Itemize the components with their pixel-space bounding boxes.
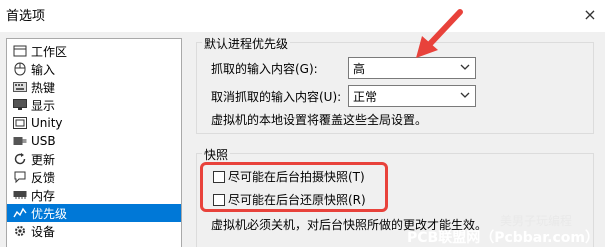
sidebar-item-hotkeys[interactable]: 热键 xyxy=(7,78,181,96)
chevron-down-icon xyxy=(459,61,471,73)
sidebar-item-label: 更新 xyxy=(31,152,56,167)
sidebar-item-label: 内存 xyxy=(31,188,56,203)
feedback-icon xyxy=(12,170,28,184)
sidebar-item-label: USB xyxy=(31,134,56,148)
grab-priority-label: 抓取的输入内容(G): xyxy=(211,62,318,76)
unity-icon xyxy=(12,116,28,130)
keyboard-icon xyxy=(12,80,28,94)
ungrab-priority-label: 取消抓取的输入内容(U): xyxy=(211,90,342,104)
sidebar-item-label: 输入 xyxy=(31,62,56,77)
sidebar-item-label: 反馈 xyxy=(31,170,56,185)
sidebar-item-unity[interactable]: Unity xyxy=(7,114,181,132)
red-arrow-icon xyxy=(416,9,463,58)
snapshot-group-title: 快照 xyxy=(202,146,231,163)
mouse-icon xyxy=(12,62,28,76)
priority-icon xyxy=(12,206,28,220)
sidebar-item-label: 优先级 xyxy=(31,206,68,221)
sidebar-item-input[interactable]: 输入 xyxy=(7,60,181,78)
sidebar-item-workspace[interactable]: 工作区 xyxy=(7,42,181,60)
close-icon[interactable]: × xyxy=(575,0,605,32)
sidebar-item-label: Unity xyxy=(31,116,63,130)
sidebar: 工作区 输入 热键 显示 Unity USB 更新 反馈 内存 优先级 设备 xyxy=(6,38,182,247)
sidebar-item-label: 显示 xyxy=(31,98,56,113)
highlight-box xyxy=(200,162,388,212)
sidebar-item-priority[interactable]: 优先级 xyxy=(7,204,181,222)
grab-priority-value: 高 xyxy=(353,61,366,76)
sidebar-item-devices[interactable]: 设备 xyxy=(7,222,181,240)
sidebar-item-memory[interactable]: 内存 xyxy=(7,186,181,204)
sidebar-item-feedback[interactable]: 反馈 xyxy=(7,168,181,186)
site-watermark: PCB联盟网（Pcbbar.com） xyxy=(407,230,599,246)
sidebar-item-usb[interactable]: USB xyxy=(7,132,181,150)
priority-group-title: 默认进程优先级 xyxy=(202,35,291,52)
ungrab-priority-value: 正常 xyxy=(353,89,378,104)
gear-icon xyxy=(12,224,28,238)
monitor-icon xyxy=(12,98,28,112)
memory-icon xyxy=(12,188,28,202)
priority-note: 虚拟机的本地设置将覆盖这些全局设置。 xyxy=(211,113,428,127)
sidebar-item-display[interactable]: 显示 xyxy=(7,96,181,114)
usb-icon xyxy=(12,134,28,148)
window-title: 首选项 xyxy=(6,9,46,24)
sidebar-item-label: 工作区 xyxy=(31,44,68,59)
chevron-down-icon xyxy=(459,89,471,101)
refresh-icon xyxy=(12,152,28,166)
ungrab-priority-select[interactable]: 正常 xyxy=(348,85,476,107)
sidebar-item-updates[interactable]: 更新 xyxy=(7,150,181,168)
sidebar-item-label: 热键 xyxy=(31,80,56,95)
title-bar: 首选项 × xyxy=(0,0,605,32)
workspace-icon xyxy=(12,44,28,58)
sidebar-item-label: 设备 xyxy=(31,224,56,239)
